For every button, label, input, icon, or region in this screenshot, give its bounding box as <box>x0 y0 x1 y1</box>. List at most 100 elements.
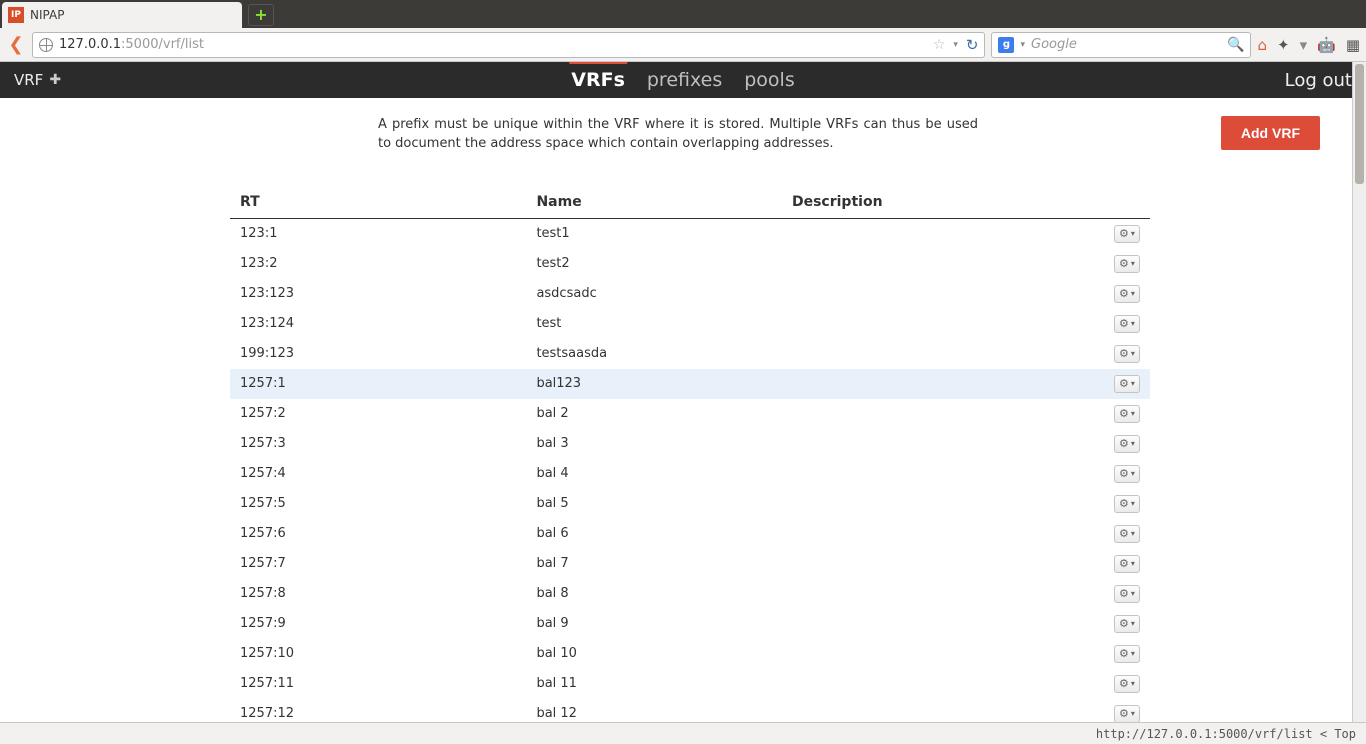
gear-icon: ⚙ <box>1119 227 1129 240</box>
cell-name: test <box>526 309 782 339</box>
row-actions-button[interactable]: ⚙▾ <box>1114 525 1140 543</box>
gear-icon: ⚙ <box>1119 437 1129 450</box>
extension-icon[interactable]: ✦ <box>1277 36 1290 54</box>
table-row[interactable]: 1257:9bal 9⚙▾ <box>230 609 1150 639</box>
row-actions-button[interactable]: ⚙▾ <box>1114 345 1140 363</box>
chevron-down-icon: ▾ <box>1131 229 1135 238</box>
save-page-icon[interactable]: ▦ <box>1346 36 1360 54</box>
table-row[interactable]: 1257:10bal 10 ⚙▾ <box>230 639 1150 669</box>
plus-icon: + <box>254 7 267 23</box>
chevron-down-icon: ▾ <box>1131 529 1135 538</box>
vertical-scrollbar[interactable] <box>1352 62 1366 722</box>
cell-name: bal 4 <box>526 459 782 489</box>
table-row[interactable]: 1257:5bal 5 ⚙▾ <box>230 489 1150 519</box>
cell-description <box>782 399 1089 429</box>
cell-actions: ⚙▾ <box>1089 309 1150 339</box>
url-bar[interactable]: 127.0.0.1:5000/vrf/list ☆ ▾ ↻ <box>32 32 985 58</box>
table-row[interactable]: 123:2test2 ⚙▾ <box>230 249 1150 279</box>
cell-actions: ⚙▾ <box>1089 639 1150 669</box>
table-row[interactable]: 123:124test ⚙▾ <box>230 309 1150 339</box>
cell-description <box>782 639 1089 669</box>
table-row[interactable]: 199:123testsaasda⚙▾ <box>230 339 1150 369</box>
back-button[interactable]: ❮ <box>6 35 26 55</box>
gear-icon: ⚙ <box>1119 347 1129 360</box>
cell-rt: 1257:5 <box>230 489 526 519</box>
cell-description <box>782 489 1089 519</box>
row-actions-button[interactable]: ⚙▾ <box>1114 225 1140 243</box>
table-row[interactable]: 1257:11bal 11⚙▾ <box>230 669 1150 699</box>
plus-icon: ✚ <box>49 72 61 88</box>
cell-rt: 123:2 <box>230 249 526 279</box>
cell-rt: 1257:10 <box>230 639 526 669</box>
table-row[interactable]: 1257:12bal 12⚙▾ <box>230 699 1150 722</box>
cell-rt: 1257:11 <box>230 669 526 699</box>
cell-name: bal 10 <box>526 639 782 669</box>
gear-icon: ⚙ <box>1119 587 1129 600</box>
gear-icon: ⚙ <box>1119 377 1129 390</box>
row-actions-button[interactable]: ⚙▾ <box>1114 435 1140 453</box>
nav-tab-pools[interactable]: pools <box>742 69 797 91</box>
row-actions-button[interactable]: ⚙▾ <box>1114 645 1140 663</box>
search-engine-icon[interactable]: g <box>998 37 1014 53</box>
browser-search-box[interactable]: g ▾ Google 🔍 <box>991 32 1251 58</box>
nav-tab-prefixes[interactable]: prefixes <box>645 69 724 91</box>
cell-name: bal 5 <box>526 489 782 519</box>
search-icon[interactable]: 🔍 <box>1227 37 1244 53</box>
gear-icon: ⚙ <box>1119 317 1129 330</box>
browser-tab-strip: IP NIPAP + <box>0 0 1366 28</box>
search-placeholder: Google <box>1031 37 1221 52</box>
row-actions-button[interactable]: ⚙▾ <box>1114 315 1140 333</box>
table-row[interactable]: 1257:4bal 4 ⚙▾ <box>230 459 1150 489</box>
row-actions-button[interactable]: ⚙▾ <box>1114 375 1140 393</box>
add-vrf-button[interactable]: Add VRF <box>1221 116 1320 150</box>
table-row[interactable]: 123:123asdcsadc⚙▾ <box>230 279 1150 309</box>
row-actions-button[interactable]: ⚙▾ <box>1114 255 1140 273</box>
row-actions-button[interactable]: ⚙▾ <box>1114 555 1140 573</box>
browser-toolbar: ❮ 127.0.0.1:5000/vrf/list ☆ ▾ ↻ g ▾ Goog… <box>0 28 1366 62</box>
cell-actions: ⚙▾ <box>1089 549 1150 579</box>
row-actions-button[interactable]: ⚙▾ <box>1114 615 1140 633</box>
row-actions-button[interactable]: ⚙▾ <box>1114 495 1140 513</box>
table-row[interactable]: 1257:1bal123⚙▾ <box>230 369 1150 399</box>
gear-icon: ⚙ <box>1119 557 1129 570</box>
table-row[interactable]: 1257:2bal 2⚙▾ <box>230 399 1150 429</box>
row-actions-button[interactable]: ⚙▾ <box>1114 585 1140 603</box>
gear-icon: ⚙ <box>1119 527 1129 540</box>
bookmark-star-icon[interactable]: ☆ <box>933 37 946 53</box>
gear-icon: ⚙ <box>1119 647 1129 660</box>
row-actions-button[interactable]: ⚙▾ <box>1114 705 1140 722</box>
scrollbar-thumb[interactable] <box>1355 64 1364 184</box>
table-row[interactable]: 1257:6bal 6⚙▾ <box>230 519 1150 549</box>
globe-icon <box>39 38 53 52</box>
row-actions-button[interactable]: ⚙▾ <box>1114 465 1140 483</box>
gear-icon: ⚙ <box>1119 467 1129 480</box>
new-tab-button[interactable]: + <box>248 4 274 26</box>
table-row[interactable]: 1257:7bal 7⚙▾ <box>230 549 1150 579</box>
cell-name: test2 <box>526 249 782 279</box>
search-engine-dropdown-icon[interactable]: ▾ <box>1020 40 1025 50</box>
table-row[interactable]: 123:1test1⚙▾ <box>230 218 1150 249</box>
tab-title: NIPAP <box>30 8 64 22</box>
reload-icon[interactable]: ↻ <box>966 36 979 54</box>
cell-actions: ⚙▾ <box>1089 519 1150 549</box>
nav-tab-vrfs[interactable]: VRFs <box>569 69 627 91</box>
vrf-selector-label: VRF <box>14 71 43 89</box>
chevron-down-icon: ▾ <box>1131 439 1135 448</box>
row-actions-button[interactable]: ⚙▾ <box>1114 285 1140 303</box>
urlbar-dropdown-icon[interactable]: ▾ <box>953 40 958 50</box>
android-icon[interactable]: 🤖 <box>1317 36 1336 54</box>
table-row[interactable]: 1257:8bal 8⚙▾ <box>230 579 1150 609</box>
table-row[interactable]: 1257:3bal 3⚙▾ <box>230 429 1150 459</box>
toolbar-dropdown-icon[interactable]: ▾ <box>1300 36 1308 54</box>
col-header-name: Name <box>526 188 782 219</box>
row-actions-button[interactable]: ⚙▾ <box>1114 675 1140 693</box>
cell-rt: 123:124 <box>230 309 526 339</box>
cell-name: asdcsadc <box>526 279 782 309</box>
row-actions-button[interactable]: ⚙▾ <box>1114 405 1140 423</box>
logout-link[interactable]: Log out <box>1285 70 1352 91</box>
vrf-selector[interactable]: VRF ✚ <box>14 71 61 89</box>
browser-tab[interactable]: IP NIPAP <box>2 2 242 28</box>
cell-name: bal123 <box>526 369 782 399</box>
cell-rt: 1257:4 <box>230 459 526 489</box>
home-icon[interactable]: ⌂ <box>1257 36 1267 54</box>
